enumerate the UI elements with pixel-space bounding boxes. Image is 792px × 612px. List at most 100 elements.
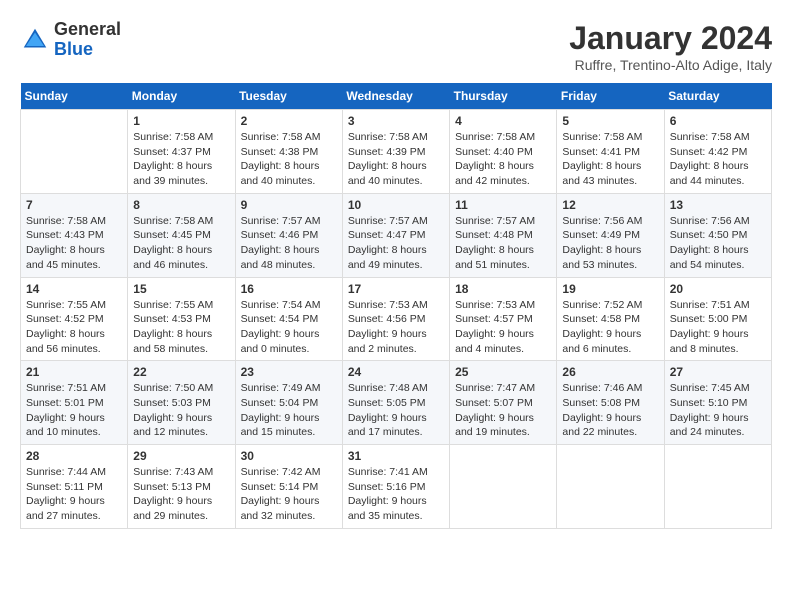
day-number: 19 <box>562 282 658 296</box>
day-info: Sunrise: 7:58 AM Sunset: 4:38 PM Dayligh… <box>241 130 337 189</box>
calendar-cell: 13 Sunrise: 7:56 AM Sunset: 4:50 PM Dayli… <box>664 193 771 277</box>
calendar-table: SundayMondayTuesdayWednesdayThursdayFrid… <box>20 83 772 529</box>
day-info: Sunrise: 7:58 AM Sunset: 4:39 PM Dayligh… <box>348 130 444 189</box>
day-info: Sunrise: 7:54 AM Sunset: 4:54 PM Dayligh… <box>241 298 337 357</box>
week-row-4: 21 Sunrise: 7:51 AM Sunset: 5:01 PM Dayli… <box>21 361 772 445</box>
day-number: 25 <box>455 365 551 379</box>
day-number: 20 <box>670 282 766 296</box>
day-info: Sunrise: 7:50 AM Sunset: 5:03 PM Dayligh… <box>133 381 229 440</box>
day-info: Sunrise: 7:46 AM Sunset: 5:08 PM Dayligh… <box>562 381 658 440</box>
week-row-3: 14 Sunrise: 7:55 AM Sunset: 4:52 PM Dayli… <box>21 277 772 361</box>
day-info: Sunrise: 7:43 AM Sunset: 5:13 PM Dayligh… <box>133 465 229 524</box>
day-info: Sunrise: 7:57 AM Sunset: 4:46 PM Dayligh… <box>241 214 337 273</box>
calendar-cell: 31 Sunrise: 7:41 AM Sunset: 5:16 PM Dayli… <box>342 445 449 529</box>
weekday-header-saturday: Saturday <box>664 83 771 110</box>
calendar-cell: 23Sunrise: 7:49 AM Sunset: 5:04 PM Dayli… <box>235 361 342 445</box>
day-number: 17 <box>348 282 444 296</box>
day-number: 31 <box>348 449 444 463</box>
calendar-cell: 19 Sunrise: 7:52 AM Sunset: 4:58 PM Dayli… <box>557 277 664 361</box>
day-number: 9 <box>241 198 337 212</box>
day-info: Sunrise: 7:45 AM Sunset: 5:10 PM Dayligh… <box>670 381 766 440</box>
calendar-cell: 26Sunrise: 7:46 AM Sunset: 5:08 PM Dayli… <box>557 361 664 445</box>
day-number: 22 <box>133 365 229 379</box>
calendar-cell: 11 Sunrise: 7:57 AM Sunset: 4:48 PM Dayli… <box>450 193 557 277</box>
weekday-header-friday: Friday <box>557 83 664 110</box>
calendar-cell: 28 Sunrise: 7:44 AM Sunset: 5:11 PM Dayli… <box>21 445 128 529</box>
calendar-cell: 12Sunrise: 7:56 AM Sunset: 4:49 PM Dayli… <box>557 193 664 277</box>
weekday-header-monday: Monday <box>128 83 235 110</box>
week-row-2: 7 Sunrise: 7:58 AM Sunset: 4:43 PM Daylig… <box>21 193 772 277</box>
location-title: Ruffre, Trentino-Alto Adige, Italy <box>569 57 772 73</box>
day-info: Sunrise: 7:44 AM Sunset: 5:11 PM Dayligh… <box>26 465 122 524</box>
calendar-cell: 9 Sunrise: 7:57 AM Sunset: 4:46 PM Daylig… <box>235 193 342 277</box>
day-number: 3 <box>348 114 444 128</box>
page-header: General Blue January 2024 Ruffre, Trenti… <box>20 20 772 73</box>
day-info: Sunrise: 7:58 AM Sunset: 4:37 PM Dayligh… <box>133 130 229 189</box>
logo-text: General Blue <box>54 20 121 60</box>
day-number: 27 <box>670 365 766 379</box>
day-info: Sunrise: 7:58 AM Sunset: 4:40 PM Dayligh… <box>455 130 551 189</box>
day-info: Sunrise: 7:53 AM Sunset: 4:57 PM Dayligh… <box>455 298 551 357</box>
day-info: Sunrise: 7:57 AM Sunset: 4:48 PM Dayligh… <box>455 214 551 273</box>
logo-icon <box>20 25 50 55</box>
calendar-cell: 14 Sunrise: 7:55 AM Sunset: 4:52 PM Dayli… <box>21 277 128 361</box>
calendar-cell: 25 Sunrise: 7:47 AM Sunset: 5:07 PM Dayli… <box>450 361 557 445</box>
calendar-cell: 5 Sunrise: 7:58 AM Sunset: 4:41 PM Daylig… <box>557 110 664 194</box>
calendar-cell: 3 Sunrise: 7:58 AM Sunset: 4:39 PM Daylig… <box>342 110 449 194</box>
weekday-header-sunday: Sunday <box>21 83 128 110</box>
day-number: 1 <box>133 114 229 128</box>
calendar-cell: 27 Sunrise: 7:45 AM Sunset: 5:10 PM Dayli… <box>664 361 771 445</box>
calendar-cell: 16 Sunrise: 7:54 AM Sunset: 4:54 PM Dayli… <box>235 277 342 361</box>
day-info: Sunrise: 7:47 AM Sunset: 5:07 PM Dayligh… <box>455 381 551 440</box>
day-info: Sunrise: 7:58 AM Sunset: 4:41 PM Dayligh… <box>562 130 658 189</box>
weekday-header-thursday: Thursday <box>450 83 557 110</box>
calendar-cell <box>664 445 771 529</box>
calendar-cell: 10Sunrise: 7:57 AM Sunset: 4:47 PM Dayli… <box>342 193 449 277</box>
calendar-cell <box>557 445 664 529</box>
day-info: Sunrise: 7:41 AM Sunset: 5:16 PM Dayligh… <box>348 465 444 524</box>
calendar-cell: 24 Sunrise: 7:48 AM Sunset: 5:05 PM Dayli… <box>342 361 449 445</box>
calendar-cell: 1 Sunrise: 7:58 AM Sunset: 4:37 PM Daylig… <box>128 110 235 194</box>
day-info: Sunrise: 7:55 AM Sunset: 4:52 PM Dayligh… <box>26 298 122 357</box>
calendar-cell: 29 Sunrise: 7:43 AM Sunset: 5:13 PM Dayli… <box>128 445 235 529</box>
day-info: Sunrise: 7:51 AM Sunset: 5:01 PM Dayligh… <box>26 381 122 440</box>
calendar-cell: 15 Sunrise: 7:55 AM Sunset: 4:53 PM Dayli… <box>128 277 235 361</box>
calendar-cell: 6Sunrise: 7:58 AM Sunset: 4:42 PM Daylig… <box>664 110 771 194</box>
day-number: 24 <box>348 365 444 379</box>
calendar-cell: 17 Sunrise: 7:53 AM Sunset: 4:56 PM Dayli… <box>342 277 449 361</box>
day-info: Sunrise: 7:53 AM Sunset: 4:56 PM Dayligh… <box>348 298 444 357</box>
day-number: 5 <box>562 114 658 128</box>
day-info: Sunrise: 7:58 AM Sunset: 4:43 PM Dayligh… <box>26 214 122 273</box>
day-number: 13 <box>670 198 766 212</box>
calendar-cell: 4 Sunrise: 7:58 AM Sunset: 4:40 PM Daylig… <box>450 110 557 194</box>
weekday-header-tuesday: Tuesday <box>235 83 342 110</box>
day-number: 4 <box>455 114 551 128</box>
day-info: Sunrise: 7:48 AM Sunset: 5:05 PM Dayligh… <box>348 381 444 440</box>
day-info: Sunrise: 7:55 AM Sunset: 4:53 PM Dayligh… <box>133 298 229 357</box>
day-number: 11 <box>455 198 551 212</box>
calendar-cell <box>21 110 128 194</box>
weekday-header-row: SundayMondayTuesdayWednesdayThursdayFrid… <box>21 83 772 110</box>
day-number: 21 <box>26 365 122 379</box>
calendar-cell: 30Sunrise: 7:42 AM Sunset: 5:14 PM Dayli… <box>235 445 342 529</box>
day-info: Sunrise: 7:42 AM Sunset: 5:14 PM Dayligh… <box>241 465 337 524</box>
day-number: 18 <box>455 282 551 296</box>
day-info: Sunrise: 7:58 AM Sunset: 4:45 PM Dayligh… <box>133 214 229 273</box>
day-number: 29 <box>133 449 229 463</box>
day-info: Sunrise: 7:58 AM Sunset: 4:42 PM Dayligh… <box>670 130 766 189</box>
month-title: January 2024 <box>569 20 772 57</box>
day-number: 16 <box>241 282 337 296</box>
calendar-cell: 7 Sunrise: 7:58 AM Sunset: 4:43 PM Daylig… <box>21 193 128 277</box>
day-number: 14 <box>26 282 122 296</box>
logo: General Blue <box>20 20 121 60</box>
day-number: 7 <box>26 198 122 212</box>
calendar-cell: 22 Sunrise: 7:50 AM Sunset: 5:03 PM Dayli… <box>128 361 235 445</box>
weekday-header-wednesday: Wednesday <box>342 83 449 110</box>
week-row-5: 28 Sunrise: 7:44 AM Sunset: 5:11 PM Dayli… <box>21 445 772 529</box>
day-number: 28 <box>26 449 122 463</box>
day-info: Sunrise: 7:56 AM Sunset: 4:50 PM Dayligh… <box>670 214 766 273</box>
day-number: 15 <box>133 282 229 296</box>
day-number: 10 <box>348 198 444 212</box>
day-info: Sunrise: 7:52 AM Sunset: 4:58 PM Dayligh… <box>562 298 658 357</box>
title-block: January 2024 Ruffre, Trentino-Alto Adige… <box>569 20 772 73</box>
